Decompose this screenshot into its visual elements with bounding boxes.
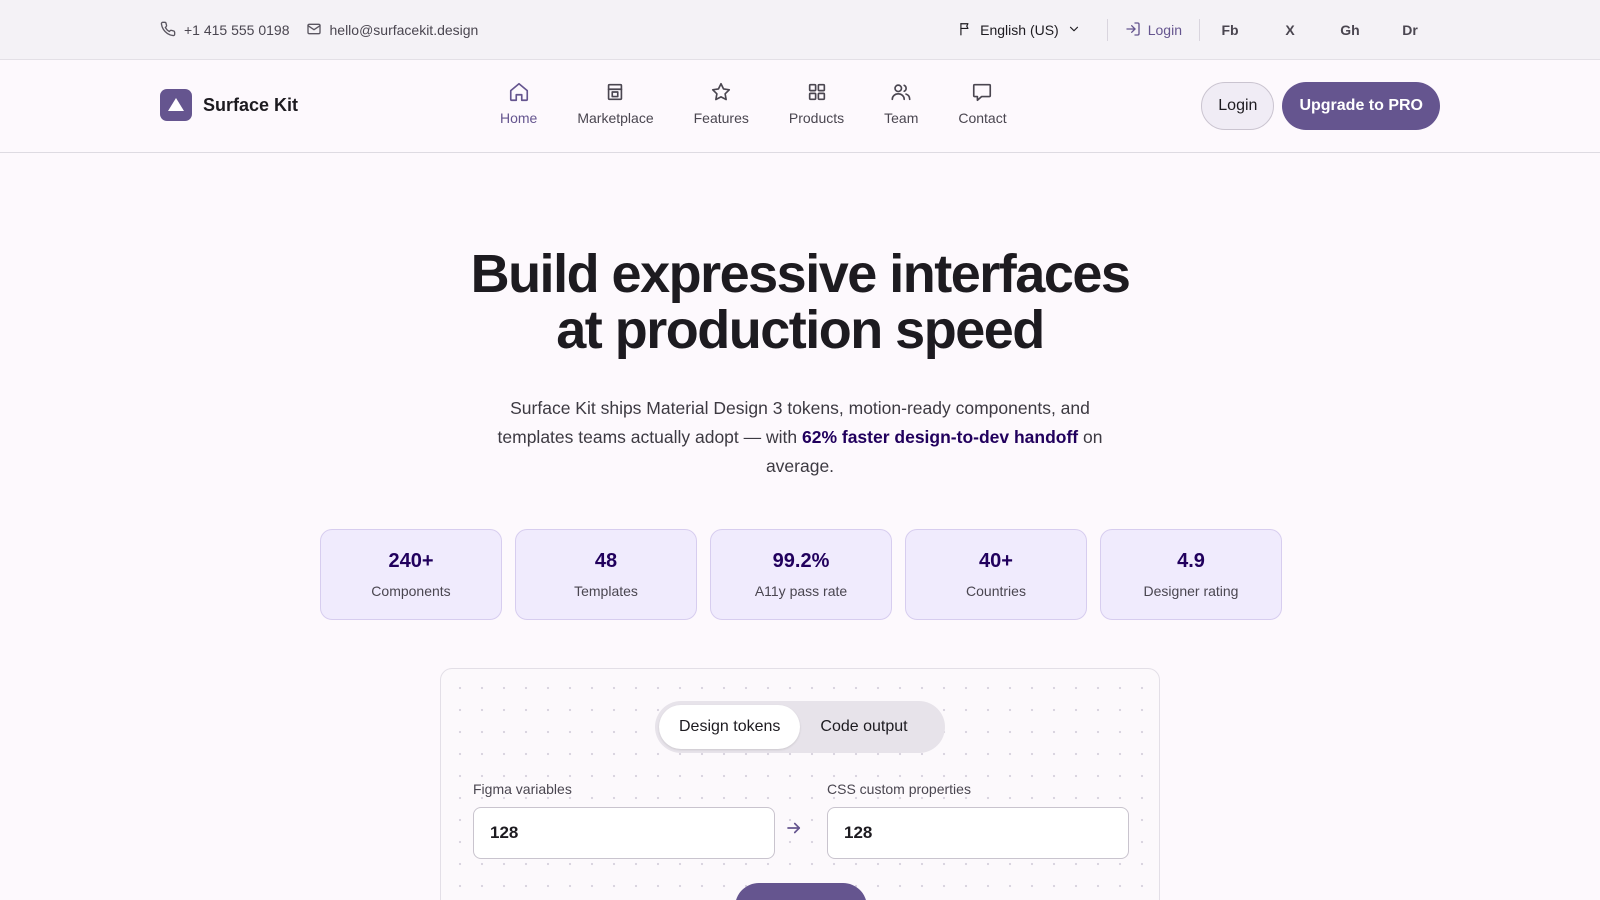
users-icon <box>890 80 912 104</box>
nav-item-label: Marketplace <box>577 110 654 126</box>
hero-subtitle: Surface Kit ships Material Design 3 toke… <box>470 394 1130 481</box>
nav-item-label: Contact <box>958 110 1007 126</box>
language-selector[interactable]: English (US) <box>958 22 1107 39</box>
nav-item-home[interactable]: Home <box>480 80 557 126</box>
stat-label: Countries <box>966 583 1026 599</box>
brand-logo-link[interactable]: Surface Kit <box>160 89 298 121</box>
logo-icon <box>160 89 192 121</box>
hero-title: Build expressive interfaces at productio… <box>0 246 1600 358</box>
stat-label: A11y pass rate <box>754 583 848 599</box>
css-properties-label: CSS custom properties <box>827 781 971 797</box>
star-icon <box>710 80 732 104</box>
chevron-down-icon <box>1067 22 1081 39</box>
top-utility-bar: +1 415 555 0198 hello@surfacekit.design … <box>0 0 1600 60</box>
login-button[interactable]: Login <box>1201 82 1275 130</box>
email-contact[interactable]: hello@surfacekit.design <box>306 21 479 40</box>
stat-card-components: 240+ Components <box>320 529 502 620</box>
nav-item-label: Products <box>788 110 845 126</box>
token-converter-card: Design tokens Code output Figma variable… <box>440 668 1160 900</box>
hero-title-line-1: Build expressive interfaces <box>470 244 1131 304</box>
stats-row: 240+ Components 48 Templates 99.2% A11y … <box>320 529 1282 620</box>
hero-subtitle-highlight: 62% faster design-to-dev handoff <box>801 427 1079 447</box>
brand-name: Surface Kit <box>203 94 299 115</box>
store-icon <box>604 80 626 104</box>
main-navigation: Surface Kit Home Marketplace Features Pr… <box>0 60 1600 153</box>
login-label: Login <box>1147 22 1182 38</box>
stat-card-countries: 40+ Countries <box>905 529 1087 620</box>
grid-icon <box>806 80 828 104</box>
segmented-tabs: Design tokens Code output <box>655 701 945 753</box>
figma-variables-field[interactable]: 128 <box>473 807 775 859</box>
nav-item-products[interactable]: Products <box>769 80 864 126</box>
language-label: English (US) <box>980 22 1059 38</box>
hero-title-line-2: at production speed <box>556 300 1045 360</box>
stat-label: Components <box>371 583 451 599</box>
social-link-github[interactable]: Gh <box>1320 22 1380 38</box>
arrow-right-icon <box>785 819 803 842</box>
tab-design-tokens[interactable]: Design tokens <box>659 705 801 749</box>
nav-actions: Login Upgrade to PRO <box>1201 82 1440 130</box>
nav-item-marketplace[interactable]: Marketplace <box>557 80 673 126</box>
stat-card-a11y: 99.2% A11y pass rate <box>710 529 892 620</box>
phone-icon <box>160 21 176 40</box>
stat-card-templates: 48 Templates <box>515 529 697 620</box>
nav-item-team[interactable]: Team <box>864 80 938 126</box>
css-properties-field[interactable]: 128 <box>827 807 1129 859</box>
social-link-dribbble[interactable]: Dr <box>1380 22 1440 38</box>
convert-button[interactable] <box>735 883 867 900</box>
topbar-actions: English (US) Login Fb X Gh Dr <box>958 0 1440 60</box>
stat-value: 4.9 <box>1177 550 1205 572</box>
flag-icon <box>958 22 972 39</box>
phone-number: +1 415 555 0198 <box>184 22 290 38</box>
topbar-login-link[interactable]: Login <box>1108 21 1199 40</box>
mail-icon <box>306 21 322 40</box>
nav-item-label: Features <box>693 110 749 126</box>
stat-value: 99.2% <box>772 550 830 572</box>
email-address: hello@surfacekit.design <box>329 22 479 38</box>
figma-variables-label: Figma variables <box>473 781 572 797</box>
stat-label: Templates <box>574 583 638 599</box>
nav-item-label: Team <box>884 110 919 126</box>
stat-value: 48 <box>594 550 618 572</box>
tab-code-output[interactable]: Code output <box>800 705 927 749</box>
stat-label: Designer rating <box>1143 583 1239 599</box>
nav-menu: Home Marketplace Features Products Team <box>480 80 1027 126</box>
home-icon <box>508 80 530 104</box>
upgrade-button[interactable]: Upgrade to PRO <box>1282 82 1440 130</box>
stat-card-rating: 4.9 Designer rating <box>1100 529 1282 620</box>
stat-value: 240+ <box>388 550 434 572</box>
stat-value: 40+ <box>979 550 1013 572</box>
nav-item-label: Home <box>500 110 538 126</box>
social-link-x[interactable]: X <box>1260 22 1320 38</box>
contact-info: +1 415 555 0198 hello@surfacekit.design <box>160 0 478 60</box>
phone-contact[interactable]: +1 415 555 0198 <box>160 21 290 40</box>
nav-item-contact[interactable]: Contact <box>938 80 1026 126</box>
login-icon <box>1125 21 1141 40</box>
nav-item-features[interactable]: Features <box>674 80 769 126</box>
social-link-facebook[interactable]: Fb <box>1200 22 1260 38</box>
message-icon <box>971 80 993 104</box>
